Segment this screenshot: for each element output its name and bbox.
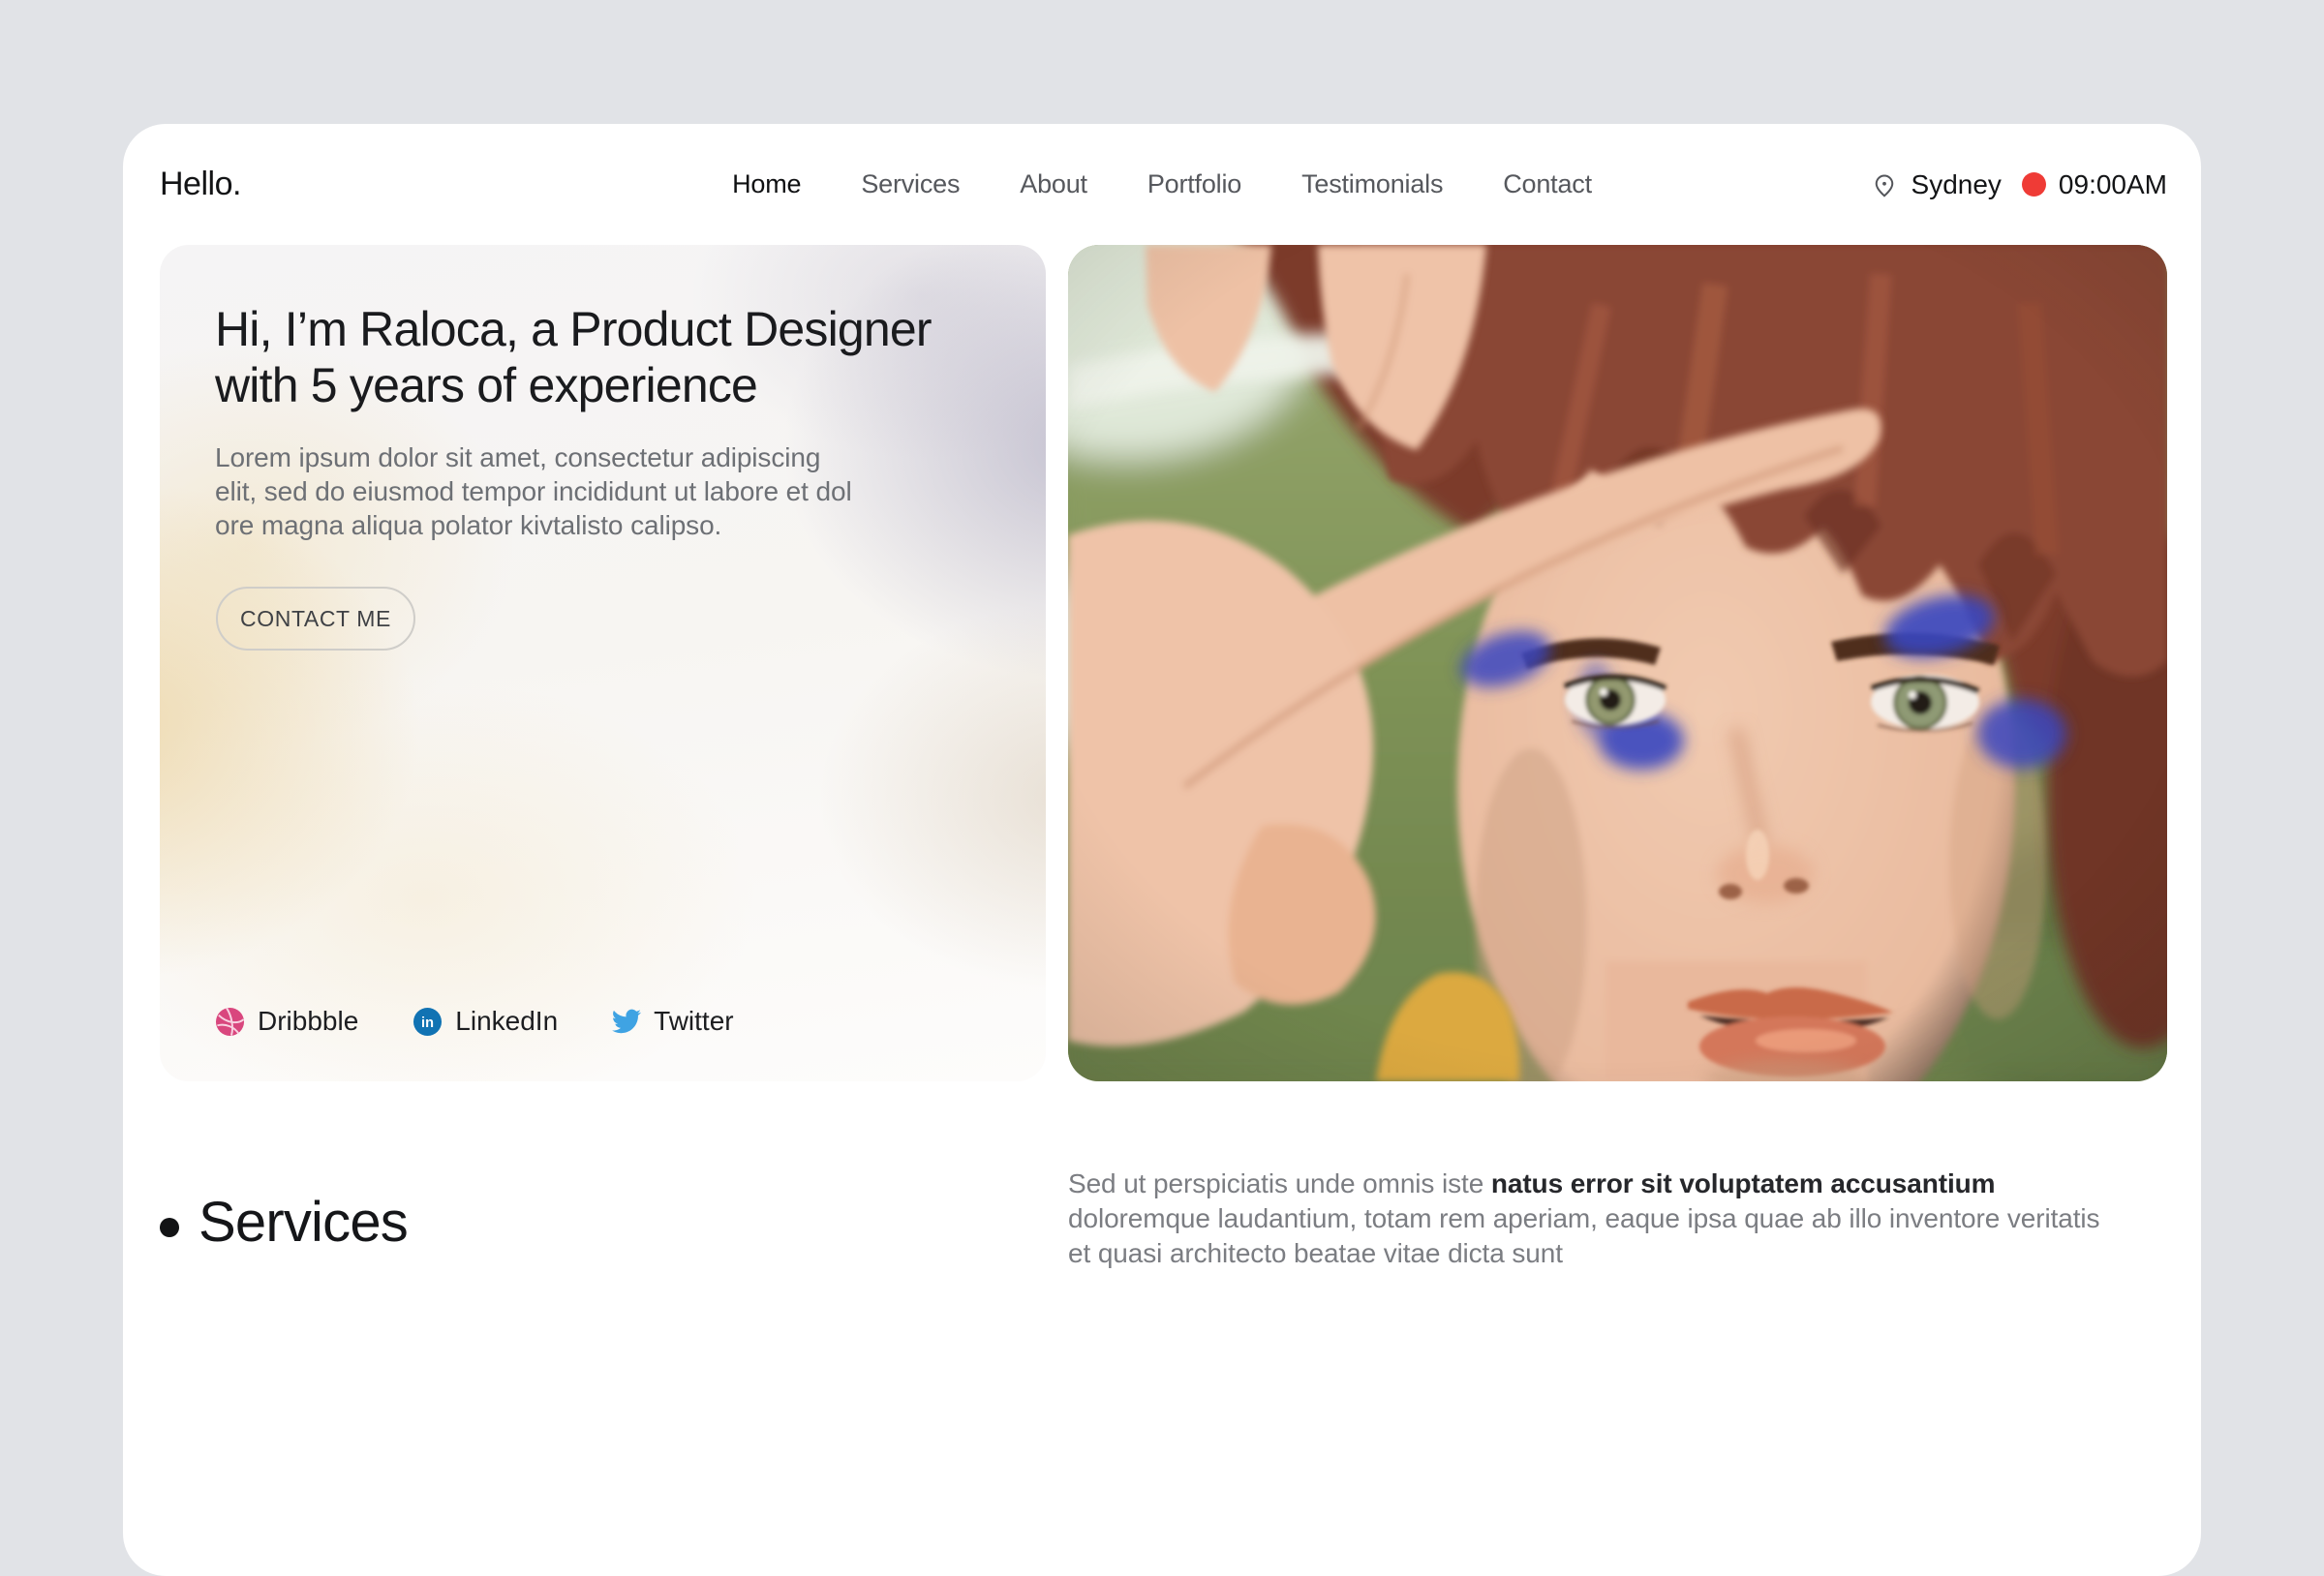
location-pin-icon [1870, 170, 1899, 199]
twitter-icon [612, 1007, 641, 1036]
dribbble-icon [215, 1007, 245, 1037]
status-dot [2022, 172, 2046, 197]
social-link-dribbble[interactable]: Dribbble [215, 1006, 358, 1037]
social-link-twitter[interactable]: Twitter [612, 1006, 733, 1037]
hero-title: Hi, I’m Raloca, a Product Designerwith 5… [215, 301, 1046, 413]
location-time: 09:00AM [2059, 169, 2167, 200]
nav-item-about[interactable]: About [1020, 169, 1087, 199]
nav-item-contact[interactable]: Contact [1503, 169, 1592, 199]
nav-item-services[interactable]: Services [861, 169, 960, 199]
services-bullet [160, 1218, 179, 1237]
services-section: Services Sed ut perspiciatis unde omnis … [123, 1167, 2201, 1271]
header-logo[interactable]: Hello. [160, 166, 241, 203]
header: Hello. Home Services About Portfolio Tes… [123, 124, 2201, 245]
location-city: Sydney [1911, 169, 2002, 200]
hero-section: Hi, I’m Raloca, a Product Designerwith 5… [123, 245, 2201, 1081]
main-nav: Home Services About Portfolio Testimonia… [732, 169, 1592, 199]
location-widget: Sydney 09:00AM [1870, 169, 2167, 200]
social-links: Dribbble in LinkedIn Twitter [215, 1006, 734, 1037]
linkedin-icon: in [413, 1007, 443, 1037]
svg-text:in: in [421, 1015, 434, 1030]
main-card: Hello. Home Services About Portfolio Tes… [123, 124, 2201, 1576]
services-heading: Services [160, 1190, 1068, 1255]
hero-image: Close-up portrait of a person with short… [1068, 245, 2167, 1081]
social-link-linkedin[interactable]: in LinkedIn [413, 1006, 558, 1037]
services-heading-block: Services [160, 1167, 1068, 1255]
nav-item-testimonials[interactable]: Testimonials [1301, 169, 1443, 199]
hero-panel: Hi, I’m Raloca, a Product Designerwith 5… [160, 245, 1046, 1081]
contact-me-button[interactable]: CONTACT ME [216, 587, 415, 651]
nav-item-portfolio[interactable]: Portfolio [1147, 169, 1241, 199]
services-intro: Sed ut perspiciatis unde omnis iste natu… [1068, 1167, 2124, 1271]
nav-item-home[interactable]: Home [732, 169, 801, 199]
hero-description: Lorem ipsum dolor sit amet, consectetur … [215, 440, 1046, 542]
